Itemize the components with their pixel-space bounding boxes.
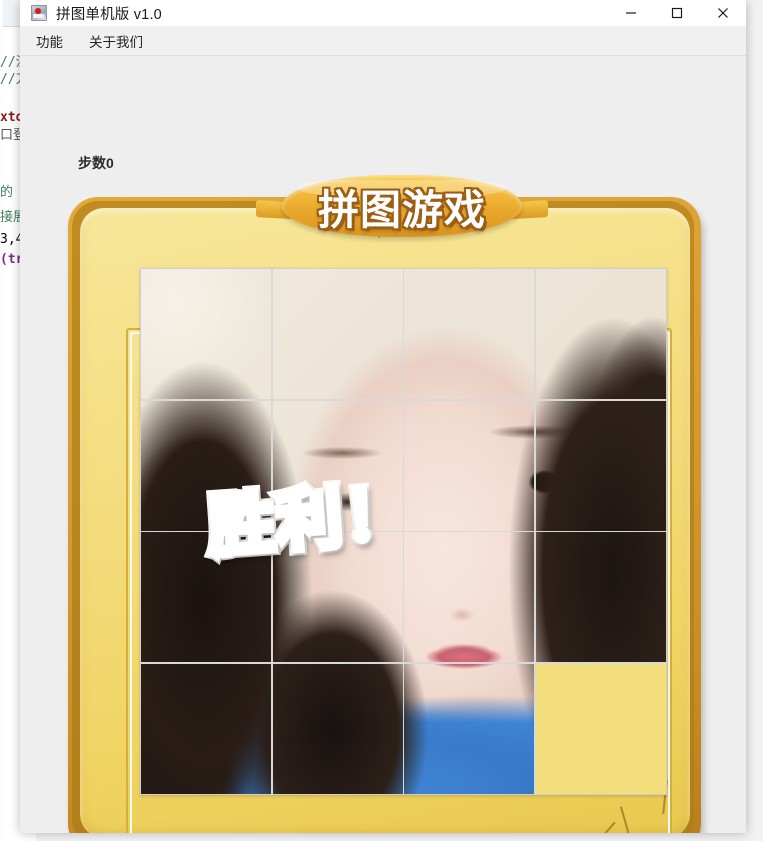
tile-art (535, 269, 666, 400)
tile-art (141, 269, 272, 400)
tile-art (272, 663, 403, 794)
puzzle-board: 拼图游戏 胜利！ 胜利！ (68, 175, 708, 833)
tile-8[interactable] (535, 400, 666, 531)
tile-12[interactable] (535, 532, 666, 663)
app-window: 拼图单机版 v1.0 功能 关于我们 步数0 拼图游戏 胜利！ (20, 0, 746, 833)
tile-13[interactable] (141, 663, 272, 794)
maximize-button[interactable] (654, 0, 700, 26)
tile-1[interactable] (141, 269, 272, 400)
tile-2[interactable] (272, 269, 403, 400)
banner-title-text: 拼图游戏 (318, 186, 486, 234)
tile-empty[interactable] (535, 663, 666, 794)
tile-art (404, 663, 535, 794)
menu-function[interactable]: 功能 (34, 29, 65, 53)
step-counter: 步数0 (78, 155, 114, 171)
tile-art (272, 269, 403, 400)
game-client-area: 步数0 拼图游戏 胜利！ (20, 56, 746, 833)
window-title: 拼图单机版 v1.0 (56, 6, 162, 23)
tile-15[interactable] (404, 663, 535, 794)
minimize-button[interactable] (608, 0, 654, 26)
tile-art (535, 532, 666, 663)
tile-art (535, 400, 666, 531)
tile-4[interactable] (535, 269, 666, 400)
app-puzzle-icon (31, 5, 47, 21)
tile-3[interactable] (404, 269, 535, 400)
title-bar[interactable]: 拼图单机版 v1.0 (20, 0, 746, 27)
game-title-banner: 拼图游戏 (256, 171, 548, 245)
tile-art (141, 663, 272, 794)
editor-gutter (0, 0, 3, 841)
menu-bar: 功能 关于我们 (20, 27, 746, 56)
tile-14[interactable] (272, 663, 403, 794)
tile-art (404, 269, 535, 400)
code-line: 的 (0, 185, 14, 200)
close-button[interactable] (700, 0, 746, 26)
victory-text: 胜利！ (203, 454, 491, 569)
menu-about-us[interactable]: 关于我们 (87, 29, 145, 53)
window-controls (608, 0, 746, 26)
